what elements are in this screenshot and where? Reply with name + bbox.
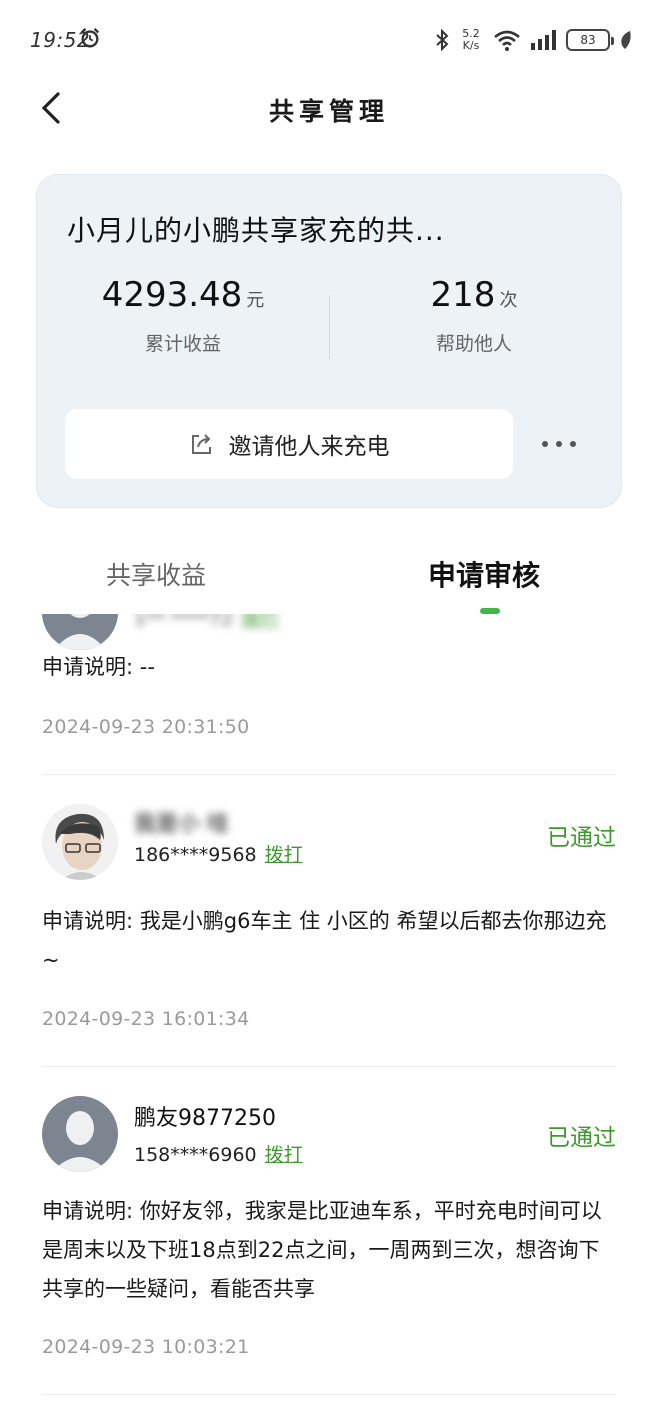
item-divider [42, 1394, 616, 1395]
application-timestamp: 2024-09-23 20:31:50 [42, 716, 250, 738]
phone-row: 1** ****72 拨打 [134, 614, 279, 631]
user-name: 我是小 哇 [134, 812, 229, 837]
phone-row: 158****6960 拨打 [134, 1140, 303, 1167]
avatar [42, 804, 118, 880]
signal-icon [531, 30, 556, 50]
item-divider [42, 1066, 616, 1067]
phone-number: 1** ****72 [134, 614, 234, 630]
net-speed: 5.2 K/s [462, 27, 480, 52]
share-icon [191, 434, 211, 454]
invite-label: 邀请他人来充电 [228, 434, 390, 460]
user-name: 鹏友9877250 [134, 1106, 276, 1131]
helped-value: 218 [430, 275, 496, 315]
application-description: 申请说明: 你好友邻，我家是比亚迪车系，平时充电时间可以是周末以及下班18点到2… [42, 1199, 602, 1301]
invite-button[interactable]: 邀请他人来充电 [65, 409, 513, 479]
application-description: 申请说明: 我是小鹏g6车主 住 小区的 希望以后都去你那边充~ [42, 909, 607, 972]
helped-label: 帮助他人 [435, 333, 512, 355]
phone-row: 186****9568 拨打 [134, 840, 303, 867]
status-badge: 已通过 [547, 825, 616, 851]
helped-unit: 次 [499, 290, 518, 311]
tab-share-earnings[interactable]: 共享收益 [106, 556, 206, 592]
share-summary-card: 小月儿的小鹏共享家充的共... 4293.48 元 累计收益 218 次 帮助他人 … [36, 174, 622, 508]
phone-number: 158****6960 [134, 1144, 257, 1166]
status-bar: 19:52 5.2 K/s 83 [0, 0, 658, 80]
earnings-label: 累计收益 [144, 333, 221, 355]
alarm-icon [80, 27, 100, 48]
wifi-icon [494, 30, 520, 51]
status-badge: 已通过 [547, 1125, 616, 1151]
item-divider [42, 774, 616, 775]
station-name[interactable]: 小月儿的小鹏共享家充的共... [67, 209, 445, 249]
battery-indicator: 83 [566, 29, 614, 51]
application-timestamp: 2024-09-23 10:03:21 [42, 1336, 250, 1358]
avatar [42, 614, 118, 650]
application-list[interactable]: 1** ****72 拨打 申请说明: -- 2024-09-23 20:31:5… [0, 614, 658, 1416]
application-description: 申请说明: -- [42, 655, 155, 679]
earnings-value: 4293.48 [101, 275, 243, 315]
user-photo [42, 804, 118, 880]
tab-application-review[interactable]: 申请审核 [428, 554, 540, 594]
dial-link[interactable]: 拨打 [265, 844, 303, 866]
earnings-stat: 4293.48 元 累计收益 [53, 275, 313, 356]
title-bar: 共享管理 [0, 80, 658, 140]
dial-link[interactable]: 拨打 [241, 614, 279, 630]
default-avatar-icon [42, 1096, 118, 1172]
more-options-icon[interactable] [533, 427, 585, 461]
page-title: 共享管理 [268, 97, 389, 126]
helped-stat: 218 次 帮助他人 [344, 275, 604, 356]
default-avatar-icon [42, 614, 118, 650]
application-timestamp: 2024-09-23 16:01:34 [42, 1008, 250, 1030]
avatar [42, 1096, 118, 1172]
phone-number: 186****9568 [134, 844, 257, 866]
dial-link[interactable]: 拨打 [265, 1144, 303, 1166]
tab-bar: 共享收益 申请审核 [0, 540, 658, 614]
stat-divider [329, 295, 330, 359]
status-icons: 5.2 K/s 83 [434, 24, 632, 56]
bluetooth-icon [436, 29, 449, 51]
leaf-icon [621, 31, 631, 49]
earnings-unit: 元 [246, 290, 265, 311]
